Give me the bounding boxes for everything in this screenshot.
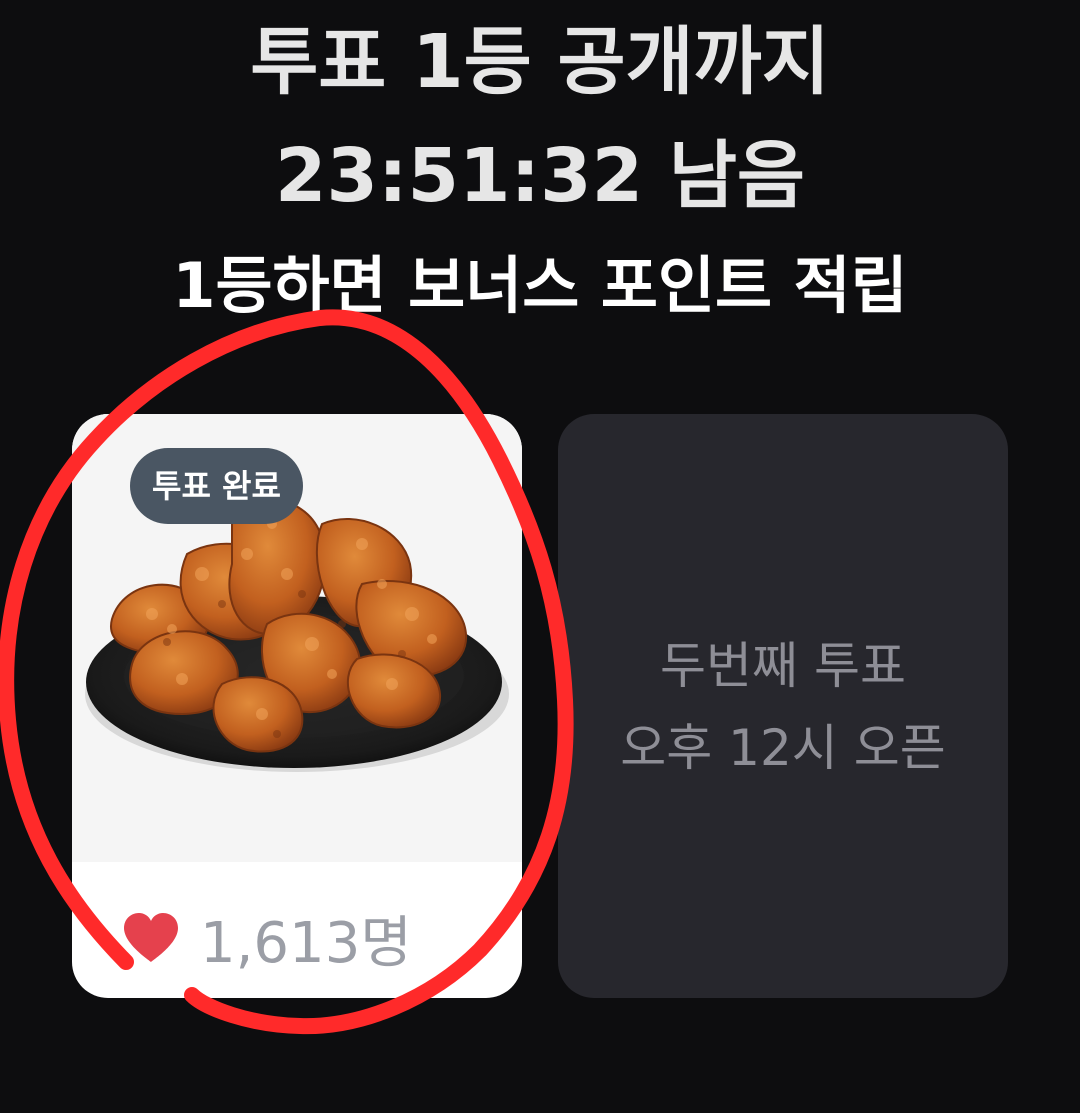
vote-count: 1,613명 bbox=[200, 910, 412, 976]
vote-count-row: 1,613명 bbox=[122, 898, 412, 978]
vote-complete-badge: 투표 완료 bbox=[130, 448, 303, 524]
next-vote-title: 두번째 투표 bbox=[660, 637, 906, 695]
fried-chicken-image: 투표 완료 bbox=[72, 414, 522, 862]
countdown-timer: 23:51:32 남음 bbox=[274, 133, 806, 219]
reveal-countdown-title: 투표 1등 공개까지 bbox=[250, 19, 830, 105]
bonus-points-subtitle: 1등하면 보너스 포인트 적립 bbox=[172, 249, 908, 322]
heart-icon bbox=[124, 913, 178, 962]
next-vote-card: 두번째 투표 오후 12시 오픈 bbox=[558, 414, 1008, 998]
vote-option-card[interactable]: 투표 완료 1,613명 bbox=[72, 414, 522, 998]
next-vote-open-time: 오후 12시 오픈 bbox=[620, 719, 946, 777]
